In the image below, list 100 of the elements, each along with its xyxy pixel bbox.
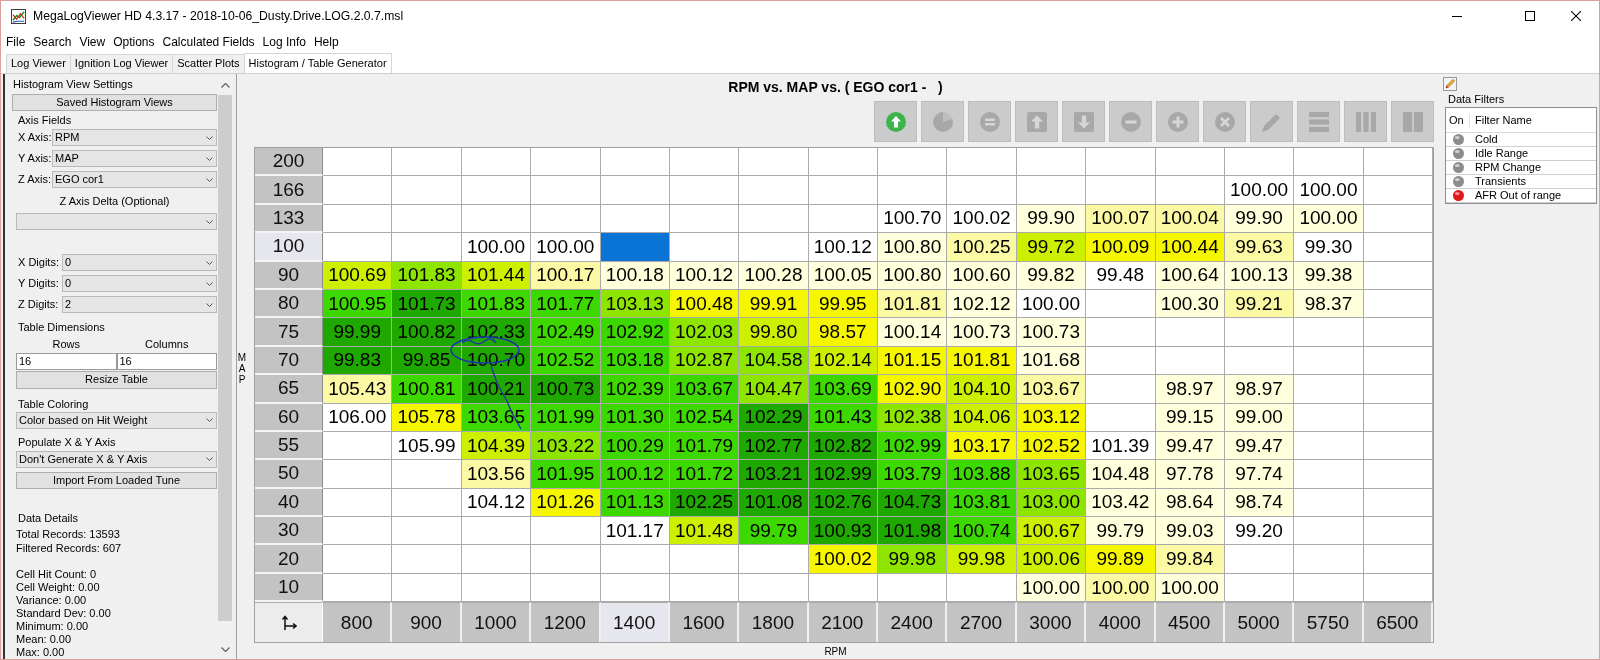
table-cell: 101.72 xyxy=(669,460,740,489)
field-label: Rows xyxy=(51,338,81,352)
coloring-dropdown[interactable]: Color based on Hit Weight xyxy=(16,411,217,429)
axis-dropdown[interactable]: EGO cor1 xyxy=(52,171,217,189)
toggle-dot-icon[interactable] xyxy=(1452,176,1464,187)
column-header: 800 xyxy=(323,602,393,643)
table-cell: 103.67 xyxy=(1016,375,1087,404)
scrollbar-thumb[interactable] xyxy=(218,95,232,621)
columns-input[interactable]: 16 xyxy=(116,353,217,371)
selected-cell[interactable] xyxy=(600,233,670,262)
menu-item[interactable]: Search xyxy=(33,35,72,49)
populate-axis-dropdown[interactable]: Don't Generate X & Y Axis xyxy=(16,450,217,468)
tab[interactable]: Histogram / Table Generator xyxy=(243,53,392,73)
table-cell: 101.17 xyxy=(600,517,670,546)
filter-name[interactable]: AFR Out of range xyxy=(1470,189,1562,202)
toggle-dot-icon[interactable] xyxy=(1452,134,1464,145)
rows-button[interactable] xyxy=(1297,101,1340,142)
toggle-dot-icon[interactable] xyxy=(1452,190,1464,201)
digits-dropdown[interactable]: 0 xyxy=(62,254,217,272)
menu-item[interactable]: Log Info xyxy=(262,35,306,49)
move-up-button[interactable] xyxy=(1015,101,1058,142)
split-button[interactable] xyxy=(1391,101,1434,142)
table-cell: 101.44 xyxy=(461,261,532,290)
table-cell: 100.12 xyxy=(600,460,670,489)
table-cell: 101.99 xyxy=(531,403,601,432)
rows-input[interactable]: 16 xyxy=(16,353,117,371)
digits-dropdown[interactable]: 0 xyxy=(62,275,217,293)
field-label: X Axis: xyxy=(18,131,52,145)
resize-table-button[interactable]: Resize Table xyxy=(16,371,217,389)
table-cell: 100.00 xyxy=(1016,573,1087,603)
row-header: 20 xyxy=(255,545,323,574)
field-label: Y Axis: xyxy=(18,152,52,166)
chevron-down-icon[interactable] xyxy=(220,647,230,652)
delta-dropdown[interactable] xyxy=(16,213,217,231)
move-down-button[interactable] xyxy=(1062,101,1105,142)
table-cell: 100.48 xyxy=(669,289,740,319)
axis-dropdown[interactable]: MAP xyxy=(52,150,217,168)
table-cell: 104.06 xyxy=(947,403,1017,432)
section-heading: Axis Fields xyxy=(18,114,73,128)
table-cell: 103.56 xyxy=(461,460,532,489)
menu-item[interactable]: Calculated Fields xyxy=(162,35,255,49)
axis-dropdown[interactable]: RPM xyxy=(52,129,217,147)
equals-button[interactable] xyxy=(968,101,1011,142)
column-header: 2700 xyxy=(947,602,1017,643)
table-cell: 100.00 xyxy=(461,233,532,262)
histogram-title: RPM vs. MAP vs. ( EGO cor1 - ) xyxy=(727,78,944,97)
table-cell: 100.74 xyxy=(947,517,1017,546)
table-cell: 100.93 xyxy=(808,517,878,546)
table-cell: 99.38 xyxy=(1294,261,1364,290)
chevron-down-icon xyxy=(206,281,213,286)
tab[interactable]: Log Viewer xyxy=(6,54,71,73)
table-cell: 102.25 xyxy=(669,488,740,518)
menu-item[interactable]: File xyxy=(6,35,26,49)
table-cell: 99.84 xyxy=(1155,545,1225,574)
toggle-dot-icon[interactable] xyxy=(1452,148,1464,159)
tab[interactable]: Scatter Plots xyxy=(172,54,245,73)
pie-button[interactable] xyxy=(921,101,964,142)
saved-views-button[interactable]: Saved Histogram Views xyxy=(12,94,217,112)
filter-name[interactable]: Cold xyxy=(1470,133,1498,146)
column-header: 5750 xyxy=(1294,602,1364,643)
table-cell: 97.74 xyxy=(1224,460,1295,489)
plus-button[interactable] xyxy=(1156,101,1199,142)
column-header: 5000 xyxy=(1224,602,1295,643)
table-cell: 100.80 xyxy=(878,261,948,290)
column-header: 2100 xyxy=(808,602,878,643)
table-cell: 99.90 xyxy=(1016,204,1087,234)
columns-button[interactable] xyxy=(1344,101,1387,142)
row-header: 60 xyxy=(255,403,323,432)
pencil-button[interactable] xyxy=(1250,101,1293,142)
table-cell: 103.65 xyxy=(1016,460,1087,489)
column-header: 4000 xyxy=(1086,602,1156,643)
filter-name[interactable]: Idle Range xyxy=(1470,147,1529,160)
detail-text: Filtered Records: 607 xyxy=(16,541,123,555)
toggle-dot-icon[interactable] xyxy=(1452,162,1464,173)
table-cell: 103.81 xyxy=(947,488,1017,518)
table-cell: 100.69 xyxy=(323,261,393,290)
row-header: 70 xyxy=(255,346,323,376)
table-cell: 104.48 xyxy=(1086,460,1156,489)
field-label: Z Digits: xyxy=(18,298,60,312)
pencil-icon[interactable] xyxy=(1443,77,1457,91)
digits-dropdown[interactable]: 2 xyxy=(62,296,217,314)
import-tune-button[interactable]: Import From Loaded Tune xyxy=(16,471,217,489)
table-cell: 98.97 xyxy=(1224,375,1295,404)
table-cell: 102.54 xyxy=(669,403,740,432)
filter-name[interactable]: Transients xyxy=(1470,175,1526,188)
minus-button[interactable] xyxy=(1109,101,1152,142)
menu-item[interactable]: View xyxy=(79,35,106,49)
table-cell: 100.73 xyxy=(947,318,1017,347)
clear-button[interactable] xyxy=(1203,101,1246,142)
menu-item[interactable]: Options xyxy=(113,35,155,49)
chevron-up-icon[interactable] xyxy=(220,83,230,88)
filter-name[interactable]: RPM Change xyxy=(1470,161,1542,174)
chevron-down-icon xyxy=(206,302,213,307)
table-cell: 105.43 xyxy=(323,375,393,404)
table-cell: 102.99 xyxy=(878,431,948,461)
table-cell: 100.70 xyxy=(878,204,948,234)
menu-item[interactable]: Help xyxy=(313,35,339,49)
tab[interactable]: Ignition Log Viewer xyxy=(69,54,174,73)
table-cell: 100.09 xyxy=(1086,233,1156,262)
refresh-button[interactable] xyxy=(874,101,917,142)
